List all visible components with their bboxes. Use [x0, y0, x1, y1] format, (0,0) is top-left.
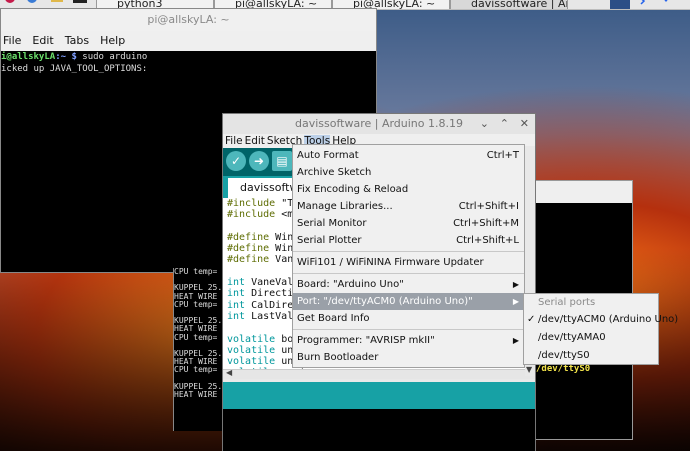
- terminal-title: pi@allskyLA: ~: [147, 13, 229, 26]
- menu-item-wifi-firmware-updater[interactable]: WiFi101 / WiFiNINA Firmware Updater: [293, 254, 524, 271]
- upload-button[interactable]: ➜: [249, 151, 269, 171]
- checkmark-icon: ✓: [527, 311, 535, 329]
- menu-item-serial-monitor[interactable]: Serial MonitorCtrl+Shift+M: [293, 215, 524, 232]
- menu-separator: [293, 273, 524, 274]
- menu-file[interactable]: File: [225, 135, 243, 147]
- terminal-prompt-line: i@allskyLA:~ $ sudo arduino: [1, 51, 376, 63]
- menu-item-get-board-info[interactable]: Get Board Info: [293, 310, 524, 327]
- submenu-arrow-icon: ▶: [513, 293, 519, 310]
- menu-item-archive-sketch[interactable]: Archive Sketch: [293, 164, 524, 181]
- port-item-ttyama0[interactable]: /dev/ttyAMA0: [524, 329, 658, 347]
- port-item-ttyacm0[interactable]: ✓ /dev/ttyACM0 (Arduino Uno): [524, 311, 658, 329]
- terminal-menu-file[interactable]: File: [3, 34, 21, 47]
- terminal-menu-tabs[interactable]: Tabs: [65, 34, 89, 47]
- terminal-menu-edit[interactable]: Edit: [32, 34, 53, 47]
- menu-item-programmer[interactable]: Programmer: "AVRISP mkII"▶: [293, 332, 524, 349]
- verify-button[interactable]: ✓: [226, 151, 246, 171]
- arduino-console[interactable]: [223, 409, 535, 451]
- tools-menu: Auto FormatCtrl+T Archive Sketch Fix Enc…: [292, 144, 525, 368]
- menu-item-manage-libraries[interactable]: Manage Libraries...Ctrl+Shift+I: [293, 198, 524, 215]
- arduino-title-bar[interactable]: davissoftware | Arduino 1.8.19 ⌄ ⌃ ✕: [223, 114, 535, 134]
- arduino-status-bar: [223, 382, 535, 409]
- horizontal-scrollbar[interactable]: ◀: [223, 369, 535, 379]
- submenu-arrow-icon: ▶: [513, 332, 519, 349]
- terminal-menu-bar: File Edit Tabs Help: [1, 31, 376, 51]
- terminal2-line: CPU temp=: [174, 334, 225, 342]
- serial-ports-header: Serial ports: [524, 294, 658, 312]
- scroll-down-icon[interactable]: ▼: [526, 365, 532, 374]
- menu-separator: [293, 251, 524, 252]
- terminal-output-line: icked up JAVA_TOOL_OPTIONS:: [1, 63, 376, 75]
- menu-item-serial-plotter[interactable]: Serial PlotterCtrl+Shift+L: [293, 232, 524, 249]
- terminal2-line: CPU temp=: [174, 301, 225, 309]
- menu-separator: [293, 329, 524, 330]
- background-terminal-output: CPU temp= KUPPEL 25. HEAT WIRE CPU temp=…: [173, 268, 225, 431]
- new-sketch-button[interactable]: ▤: [272, 151, 292, 171]
- terminal-title-bar[interactable]: pi@allskyLA: ~: [1, 9, 376, 31]
- maximize-icon[interactable]: ⌃: [500, 114, 509, 134]
- vnc-icon[interactable]: [610, 0, 630, 9]
- right-terminal-line: /dev/ttyS0: [536, 364, 590, 374]
- menu-item-fix-encoding[interactable]: Fix Encoding & Reload: [293, 181, 524, 198]
- terminal2-line: HEAT WIRE: [174, 391, 225, 399]
- menu-edit[interactable]: Edit: [245, 135, 265, 147]
- taskbar-item-arduino[interactable]: davissoftware | Arduino 1.8.19: [450, 0, 568, 10]
- close-icon[interactable]: ✕: [520, 114, 529, 134]
- network-icon[interactable]: [660, 0, 674, 9]
- terminal-menu-help[interactable]: Help: [100, 34, 125, 47]
- menu-item-auto-format[interactable]: Auto FormatCtrl+T: [293, 147, 524, 164]
- minimize-icon[interactable]: ⌄: [480, 114, 489, 134]
- terminal2-line: CPU temp=: [174, 366, 225, 374]
- scroll-left-icon[interactable]: ◀: [226, 368, 232, 377]
- port-submenu: Serial ports ✓ /dev/ttyACM0 (Arduino Uno…: [523, 293, 659, 365]
- terminal2-line: CPU temp=: [174, 268, 225, 276]
- arduino-title: davissoftware | Arduino 1.8.19: [295, 117, 463, 130]
- port-item-ttys0[interactable]: /dev/ttyS0: [524, 347, 658, 365]
- submenu-arrow-icon: ▶: [513, 276, 519, 293]
- menu-item-port[interactable]: Port: "/dev/ttyACM0 (Arduino Uno)"▶: [293, 293, 524, 310]
- menu-item-burn-bootloader[interactable]: Burn Bootloader: [293, 349, 524, 366]
- bluetooth-icon[interactable]: [636, 0, 650, 9]
- right-terminal-title-bar[interactable]: [534, 181, 632, 203]
- menu-item-board[interactable]: Board: "Arduino Uno"▶: [293, 276, 524, 293]
